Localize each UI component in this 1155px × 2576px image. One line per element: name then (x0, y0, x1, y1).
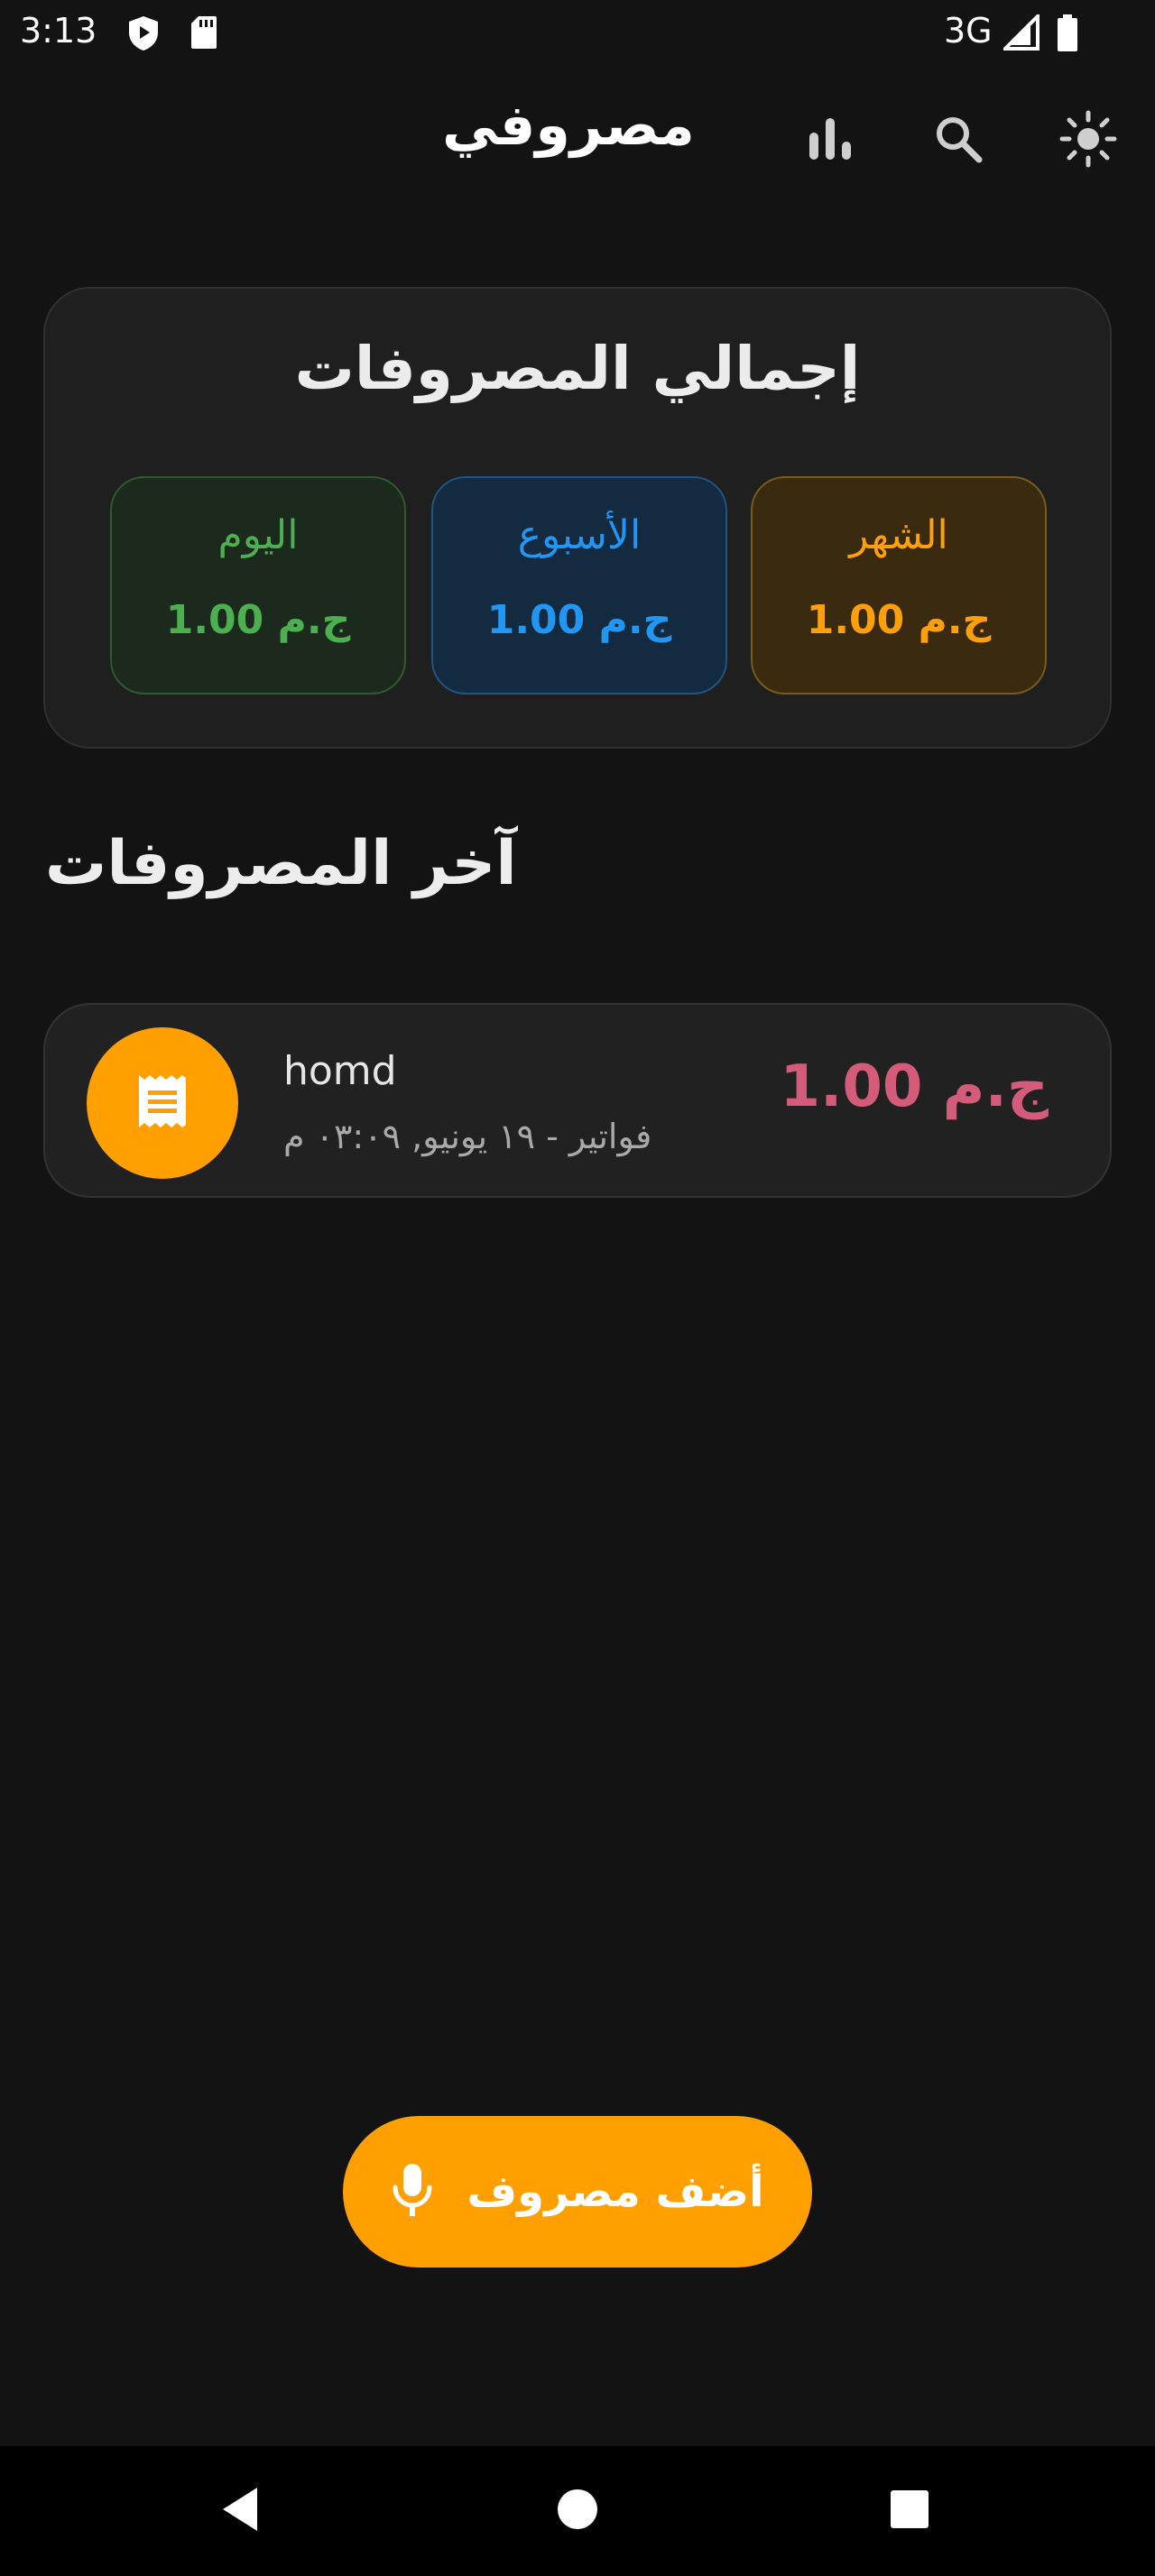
add-expense-label: أضف مصروف (467, 2167, 764, 2217)
sd-card-icon (189, 14, 218, 54)
expense-list-item[interactable]: homd فواتير - ١٩ يونيو, ٠٣:٠٩ م ج.م 1.00 (43, 1003, 1112, 1198)
app-bar: مصروفي (0, 90, 1155, 189)
brightness-icon (1058, 109, 1118, 172)
expense-name: homd (283, 1048, 397, 1094)
app-screen: 3:13 3G مصروفي إجمالي المصروفات الشهر ج.… (0, 0, 1155, 2576)
month-value: ج.م 1.00 (806, 597, 992, 643)
theme-toggle-button[interactable] (1050, 103, 1126, 179)
nav-recents-button[interactable] (870, 2471, 949, 2551)
signal-icon (1001, 12, 1040, 54)
mic-icon (391, 2162, 434, 2222)
back-icon (217, 2484, 263, 2538)
nav-home-button[interactable] (538, 2471, 617, 2551)
nav-back-button[interactable] (200, 2471, 280, 2551)
add-expense-button[interactable]: أضف مصروف (343, 2116, 812, 2268)
app-title: مصروفي (442, 92, 695, 158)
totals-title: إجمالي المصروفات (294, 334, 861, 403)
stats-icon (806, 116, 855, 165)
totals-card: إجمالي المصروفات الشهر ج.م 1.00 الأسبوع … (43, 287, 1112, 749)
search-button[interactable] (920, 103, 996, 179)
expense-amount: ج.م 1.00 (780, 1053, 1049, 1120)
shield-icon (126, 14, 161, 56)
recent-expenses-title: آخر المصروفات (45, 828, 517, 899)
today-value: ج.م 1.00 (165, 597, 351, 643)
status-time: 3:13 (20, 11, 97, 51)
recents-icon (889, 2489, 930, 2534)
today-label: اليوم (217, 512, 299, 558)
category-avatar (87, 1027, 238, 1179)
receipt-icon (135, 1073, 189, 1133)
status-bar: 3:13 3G (0, 0, 1155, 65)
week-label: الأسبوع (517, 512, 642, 558)
month-total-box: الشهر ج.م 1.00 (751, 476, 1047, 695)
week-value: ج.م 1.00 (486, 597, 672, 643)
statistics-button[interactable] (792, 103, 868, 179)
today-total-box: اليوم ج.م 1.00 (110, 476, 406, 695)
home-icon (556, 2488, 599, 2535)
system-nav-bar (0, 2446, 1155, 2576)
expense-meta: فواتير - ١٩ يونيو, ٠٣:٠٩ م (283, 1117, 652, 1156)
week-total-box: الأسبوع ج.م 1.00 (431, 476, 727, 695)
battery-icon (1056, 14, 1079, 56)
network-type: 3G (944, 11, 993, 51)
month-label: الشهر (849, 512, 948, 558)
search-icon (933, 114, 984, 168)
